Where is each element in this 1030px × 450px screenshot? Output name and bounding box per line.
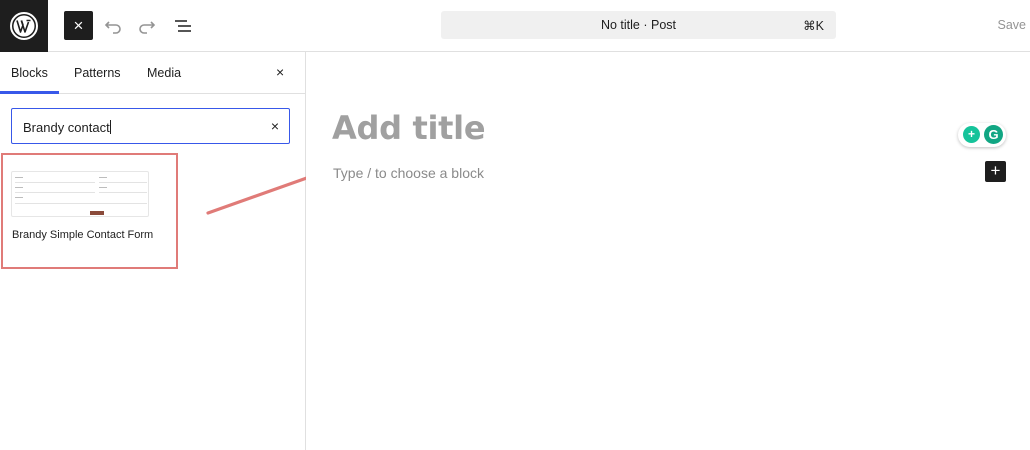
redo-icon [139,21,156,34]
command-shortcut: ⌘K [803,19,824,33]
block-inserter-panel: Blocks Patterns Media × Brandy contact ×… [0,52,306,450]
inserter-tabs: Blocks Patterns Media × [0,52,305,94]
clear-search-icon[interactable]: × [271,118,279,134]
grammarly-icon: G [984,125,1003,144]
close-icon: × [73,15,84,35]
default-block-appender[interactable]: Type / to choose a block [333,165,484,181]
wordpress-icon [10,12,38,40]
wordpress-logo-icon[interactable] [0,0,48,52]
editor-header: × No title · Post ⌘K Save [0,0,1030,52]
block-preview-thumbnail [11,171,149,217]
lightbulb-icon [963,126,980,143]
undo-icon [104,21,121,34]
redo-button[interactable] [135,14,159,38]
list-view-icon [175,20,191,32]
post-title-input[interactable]: Add title [332,109,486,147]
search-input-value: Brandy contact [23,120,111,135]
close-inserter-button[interactable]: × [64,11,93,40]
editor-canvas: Add title Type / to choose a block G + [306,52,1030,450]
document-title: No title · Post [600,18,677,32]
block-search-input[interactable]: Brandy contact × [11,108,290,144]
active-tab-indicator [0,91,59,94]
close-icon[interactable]: × [276,64,284,80]
tab-blocks[interactable]: Blocks [11,66,48,80]
block-result-item[interactable]: Brandy Simple Contact Form [1,153,178,269]
command-palette-bar[interactable]: No title · Post ⌘K [441,11,836,39]
save-button[interactable]: Save [998,18,1027,32]
document-overview-button[interactable] [171,14,195,38]
text-caret [109,120,111,134]
grammarly-widget[interactable]: G [958,123,1006,147]
add-block-button[interactable]: + [985,161,1006,182]
block-result-label: Brandy Simple Contact Form [12,229,154,241]
tab-patterns[interactable]: Patterns [74,66,121,80]
tab-media[interactable]: Media [147,66,181,80]
preview-submit-button [90,211,104,215]
undo-button[interactable] [101,14,125,38]
